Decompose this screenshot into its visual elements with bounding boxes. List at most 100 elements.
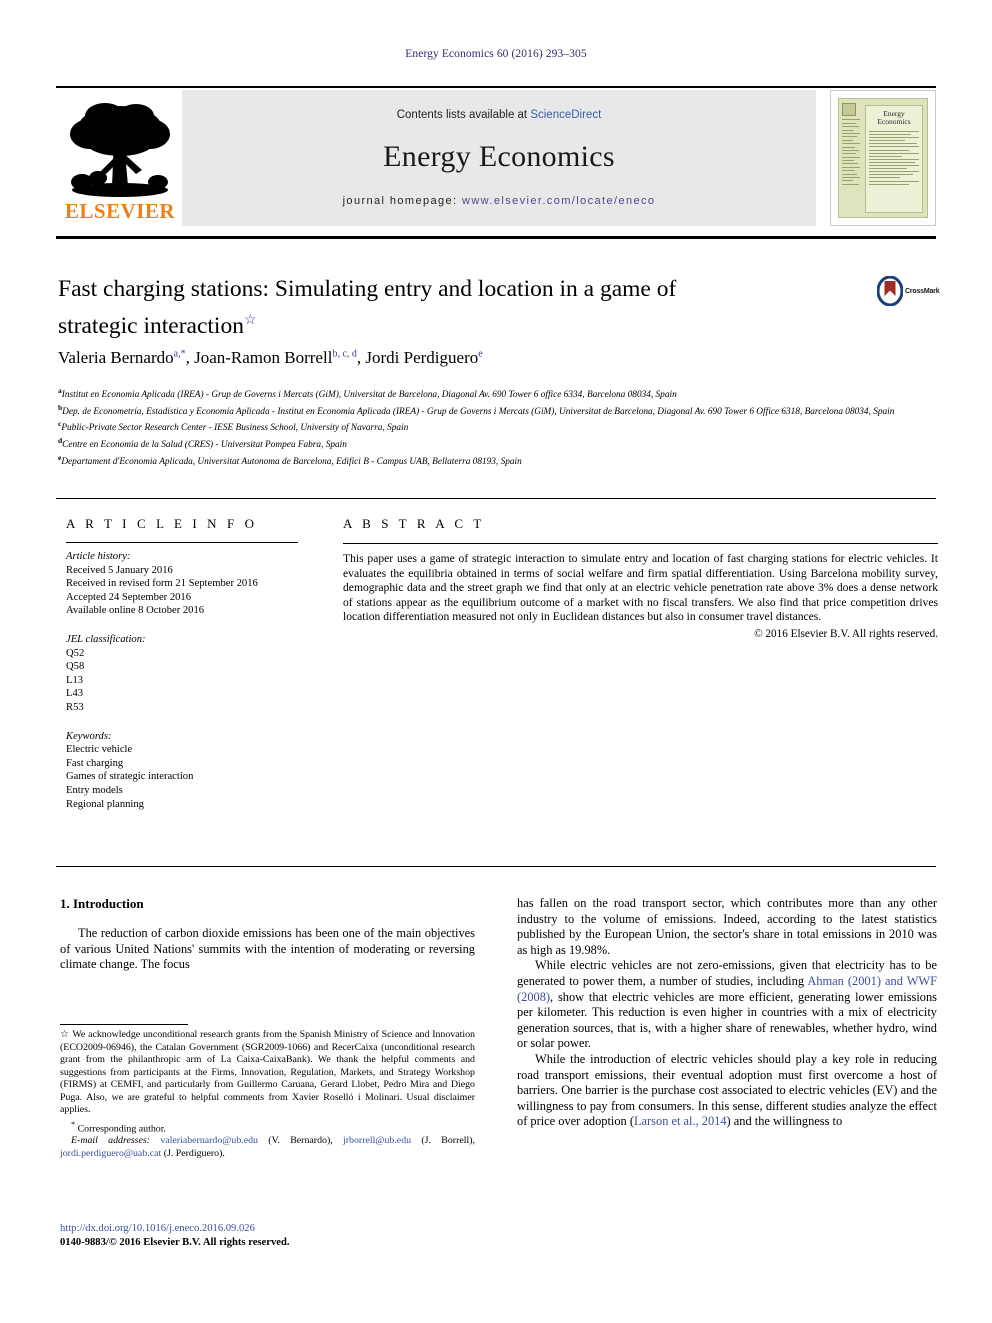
- paper-page: Energy Economics 60 (2016) 293–305 ELSEV…: [0, 0, 992, 1323]
- sciencedirect-link[interactable]: ScienceDirect: [530, 109, 601, 121]
- affiliation-item: eDepartament d'Economia Aplicada, Univer…: [58, 452, 938, 469]
- journal-homepage-url[interactable]: www.elsevier.com/locate/eneco: [462, 195, 655, 207]
- citation-link[interactable]: Larson et al., 2014: [634, 1114, 727, 1128]
- info-section-top-rule: [56, 498, 936, 499]
- email-label: E-mail addresses:: [71, 1135, 151, 1147]
- body-column-right: has fallen on the road transport sector,…: [517, 896, 937, 1130]
- acknowledgement-text: We acknowledge unconditional research gr…: [60, 1029, 475, 1115]
- keyword-item: Regional planning: [66, 798, 144, 810]
- page-title: Fast charging stations: Simulating entry…: [58, 274, 758, 342]
- email-addresses-note: E-mail addresses: valeriabernardo@ub.edu…: [60, 1135, 475, 1160]
- paragraph: While the introduction of electric vehic…: [517, 1052, 937, 1130]
- elsevier-wordmark: ELSEVIER: [64, 199, 176, 223]
- jel-label: JEL classification:: [66, 633, 146, 645]
- affiliation-item: bDep. de Econometría, Estadística y Econ…: [58, 402, 938, 419]
- journal-cover-thumbnail: Energy Economics: [830, 90, 936, 226]
- affiliation-text: Public-Private Sector Research Center - …: [61, 423, 409, 434]
- abstract-divider: [343, 543, 938, 544]
- crossmark-icon: [876, 275, 904, 307]
- affiliation-list: aInstitut en Economia Aplicada (IREA) - …: [58, 385, 938, 468]
- article-info-heading: A R T I C L E I N F O: [66, 516, 258, 531]
- article-history-item: Accepted 24 September 2016: [66, 591, 192, 603]
- cover-inner: Energy Economics: [838, 98, 928, 218]
- keywords-label: Keywords:: [66, 730, 112, 742]
- footnote-rule: [60, 1024, 188, 1025]
- paragraph-part: ) and the willingness to: [726, 1114, 843, 1129]
- journal-title: Energy Economics: [383, 140, 615, 173]
- contents-lists-prefix: Contents lists available at: [396, 109, 531, 121]
- email-owner: (J. Borrell): [421, 1135, 473, 1147]
- keywords-block: Keywords: Electric vehicle Fast charging…: [66, 730, 311, 812]
- email-link[interactable]: valeriabernardo@ub.edu: [160, 1135, 258, 1146]
- title-top-rule: [56, 236, 936, 239]
- cover-publisher-logo-icon: [842, 103, 856, 116]
- issn-copyright-line: 0140-9883/© 2016 Elsevier B.V. All right…: [60, 1237, 290, 1248]
- masthead-top-rule: [56, 86, 936, 88]
- article-history-block: Article history: Received 5 January 2016…: [66, 550, 311, 618]
- email-owner: (V. Bernardo): [268, 1135, 331, 1147]
- title-footnote-marker[interactable]: ☆: [244, 313, 257, 328]
- cover-journal-title: Energy Economics: [877, 109, 911, 126]
- running-head: Energy Economics 60 (2016) 293–305: [405, 48, 587, 60]
- keyword-item: Fast charging: [66, 757, 124, 769]
- abstract-column: A B S T R A C T This paper uses a game o…: [343, 516, 938, 640]
- corresponding-author-note: * Corresponding author.: [60, 1119, 475, 1136]
- elsevier-tree-icon: [70, 103, 170, 197]
- cover-left-text-lines: [842, 117, 862, 187]
- crossmark-label: CrossMark: [905, 288, 940, 295]
- corresponding-marker: *: [71, 1119, 76, 1129]
- email-owner: (J. Perdiguero): [163, 1147, 223, 1159]
- affiliation-item: aInstitut en Economia Aplicada (IREA) - …: [58, 385, 938, 402]
- paragraph-part: , show that electric vehicles are more e…: [517, 989, 937, 1051]
- jel-code: R53: [66, 701, 84, 713]
- email-separator: .: [222, 1147, 225, 1159]
- acknowledgement-note: ☆ We acknowledge unconditional research …: [60, 1029, 475, 1117]
- article-info-column: A R T I C L E I N F O Article history: R…: [66, 516, 311, 811]
- jel-code: Q58: [66, 661, 85, 673]
- affiliation-item: cPublic-Private Sector Research Center -…: [58, 418, 938, 435]
- jel-classification-block: JEL classification: Q52 Q58 L13 L43 R53: [66, 633, 311, 715]
- journal-masthead: ELSEVIER Contents lists available at Sci…: [56, 86, 936, 226]
- affiliation-text: Institut en Economia Aplicada (IREA) - G…: [61, 390, 677, 401]
- info-section-bottom-rule: [56, 866, 936, 867]
- article-history-item: Available online 8 October 2016: [66, 605, 205, 617]
- keyword-item: Games of strategic interaction: [66, 771, 194, 783]
- article-history-item: Received in revised form 21 September 20…: [66, 578, 258, 590]
- footnote-block: ☆ We acknowledge unconditional research …: [60, 1029, 475, 1160]
- paragraph: While electric vehicles are not zero-emi…: [517, 958, 937, 1052]
- email-separator: ,: [330, 1135, 333, 1147]
- section-heading-introduction: 1. Introduction: [60, 896, 144, 911]
- jel-code: L43: [66, 688, 84, 700]
- footnote-star-marker: ☆: [60, 1029, 70, 1040]
- bottom-meta-block: http://dx.doi.org/10.1016/j.eneco.2016.0…: [60, 1222, 490, 1250]
- affiliation-text: Dep. de Econometría, Estadística y Econo…: [62, 406, 895, 417]
- contents-lists-line: Contents lists available at ScienceDirec…: [182, 109, 816, 121]
- affiliation-item: dCentre en Economia de la Salud (CRES) -…: [58, 435, 938, 452]
- cover-contents-lines: [869, 131, 919, 185]
- article-history-item: Received 5 January 2016: [66, 564, 173, 576]
- author-list: Valeria Bernardoa,*, Joan-Ramon Borrellb…: [58, 348, 858, 368]
- abstract-text: This paper uses a game of strategic inte…: [343, 552, 938, 624]
- email-link[interactable]: jrborrell@ub.edu: [343, 1135, 411, 1146]
- cover-front-panel: Energy Economics: [865, 105, 923, 213]
- corresponding-author-text: Corresponding author.: [77, 1122, 166, 1134]
- article-info-divider: [66, 542, 298, 543]
- affiliation-text: Centre en Economia de la Salud (CRES) - …: [62, 440, 347, 451]
- paper-title-text: Fast charging stations: Simulating entry…: [58, 276, 677, 339]
- journal-homepage-line: journal homepage: www.elsevier.com/locat…: [182, 195, 816, 207]
- masthead-banner: Contents lists available at ScienceDirec…: [182, 90, 816, 226]
- paragraph: has fallen on the road transport sector,…: [517, 896, 937, 957]
- abstract-copyright: © 2016 Elsevier B.V. All rights reserved…: [754, 627, 938, 640]
- email-link[interactable]: jordi.perdiguero@uab.cat: [60, 1148, 161, 1159]
- jel-code: L13: [66, 674, 84, 686]
- abstract-heading: A B S T R A C T: [343, 516, 485, 531]
- body-column-left: 1. Introduction The reduction of carbon …: [60, 896, 475, 973]
- doi-link[interactable]: http://dx.doi.org/10.1016/j.eneco.2016.0…: [60, 1222, 490, 1236]
- journal-homepage-label: journal homepage:: [342, 195, 458, 207]
- author-names: Valeria Bernardoa,*, Joan-Ramon Borrellb…: [58, 348, 483, 367]
- crossmark-badge[interactable]: CrossMark: [876, 275, 940, 316]
- elsevier-logo: ELSEVIER: [60, 94, 180, 226]
- keyword-item: Entry models: [66, 784, 123, 796]
- jel-code: Q52: [66, 647, 85, 659]
- paragraph: The reduction of carbon dioxide emission…: [60, 926, 475, 972]
